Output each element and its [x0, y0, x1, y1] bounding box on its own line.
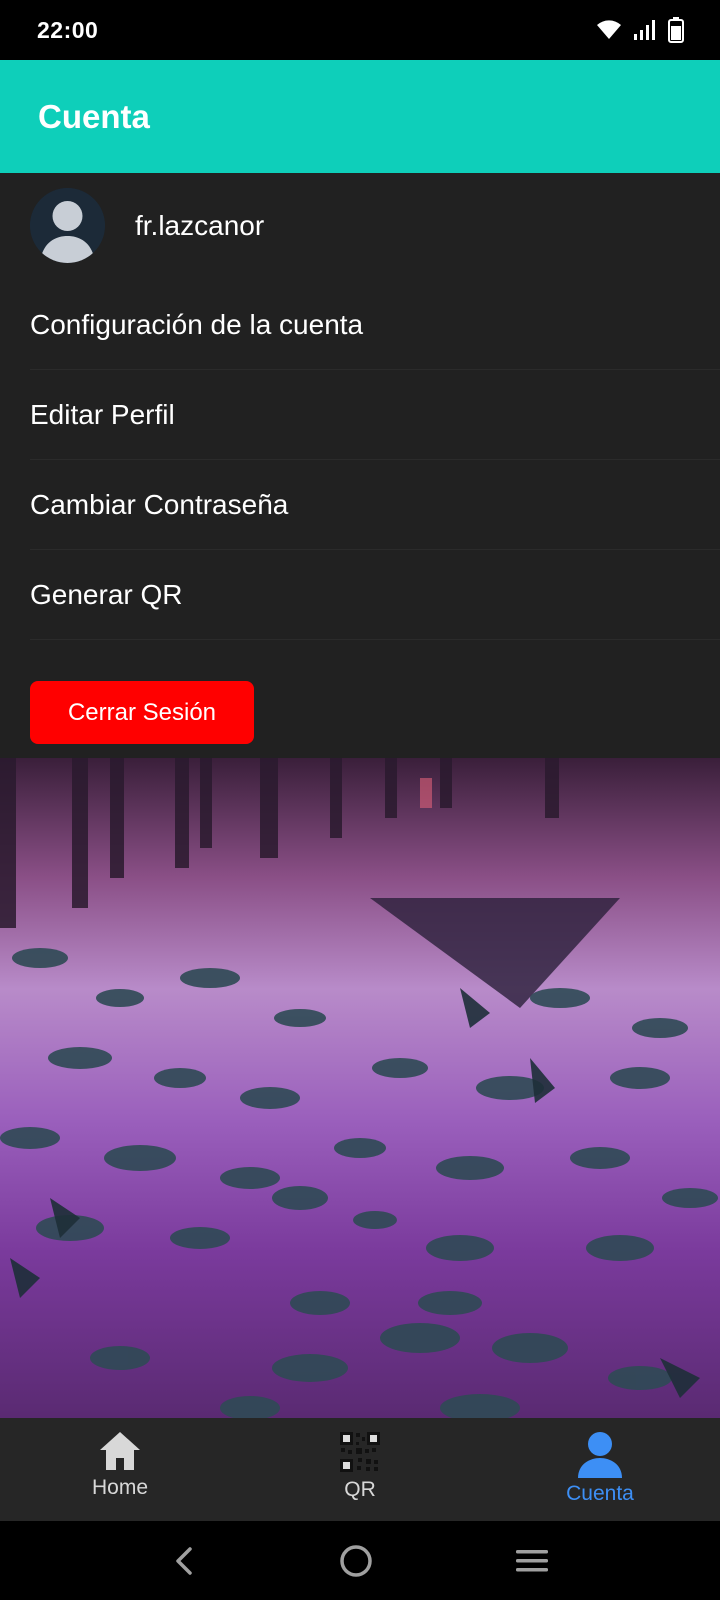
signal-icon	[634, 20, 655, 40]
person-icon	[578, 1432, 622, 1478]
status-icons	[596, 17, 684, 43]
nav-label-account: Cuenta	[566, 1482, 634, 1505]
avatar-placeholder-icon	[30, 188, 105, 263]
menu-item-account-settings[interactable]: Configuración de la cuenta	[30, 280, 720, 370]
profile-row[interactable]: fr.lazcanor	[30, 188, 720, 263]
nav-label-home: Home	[91, 1476, 149, 1499]
username: fr.lazcanor	[135, 209, 265, 241]
page-title: Cuenta	[38, 97, 150, 135]
menu-item-label: Generar QR	[30, 578, 183, 610]
home-circle-icon[interactable]	[339, 1544, 373, 1578]
system-nav	[0, 1521, 720, 1600]
nav-item-account[interactable]: Cuenta	[480, 1418, 720, 1521]
back-icon[interactable]	[170, 1545, 198, 1577]
bottom-nav: Home QR Cuenta	[0, 1418, 720, 1521]
menu-item-label: Configuración de la cuenta	[30, 308, 364, 340]
nav-label-qr: QR	[344, 1478, 376, 1501]
account-menu: Configuración de la cuenta Editar Perfil…	[30, 280, 720, 640]
app-bar: Cuenta	[0, 60, 720, 173]
wifi-icon	[597, 20, 621, 39]
menu-item-change-password[interactable]: Cambiar Contraseña	[30, 460, 720, 550]
nav-item-qr[interactable]: QR	[240, 1418, 480, 1521]
status-time: 22:00	[37, 16, 99, 43]
nav-item-home[interactable]: Home	[0, 1418, 240, 1521]
recents-menu-icon[interactable]	[514, 1547, 550, 1575]
logout-button[interactable]: Cerrar Sesión	[30, 681, 254, 744]
lily-pond-image	[0, 758, 718, 1418]
avatar[interactable]	[30, 188, 105, 263]
menu-item-label: Editar Perfil	[30, 398, 175, 430]
menu-item-label: Cambiar Contraseña	[30, 488, 289, 520]
background-photo	[0, 758, 720, 1418]
menu-item-generate-qr[interactable]: Generar QR	[30, 550, 720, 640]
status-bar: 22:00	[0, 0, 720, 60]
home-icon	[100, 1432, 140, 1470]
battery-icon	[668, 17, 684, 43]
qr-code-icon	[340, 1432, 380, 1472]
account-content: fr.lazcanor Configuración de la cuenta E…	[0, 173, 720, 758]
menu-item-edit-profile[interactable]: Editar Perfil	[30, 370, 720, 460]
